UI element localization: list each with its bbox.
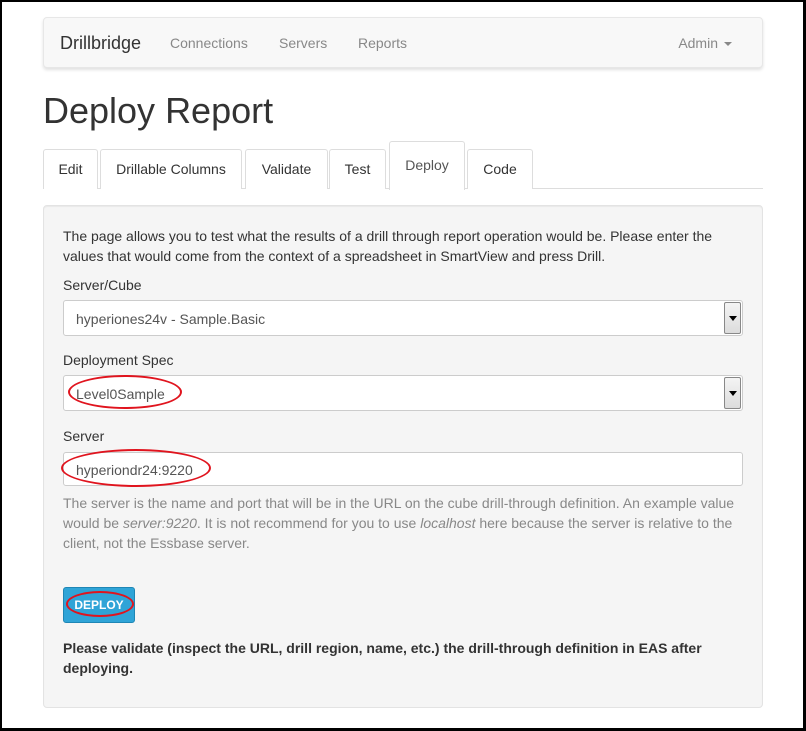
help-example: server:9220: [122, 515, 197, 531]
server-label: Server: [63, 428, 105, 444]
server-input[interactable]: hyperiondr24:9220: [63, 452, 743, 486]
tab-test[interactable]: Test: [329, 149, 386, 189]
nav-reports[interactable]: Reports: [358, 35, 407, 51]
server-cube-select[interactable]: hyperiones24v - Sample.Basic: [63, 300, 743, 336]
deployment-spec-label: Deployment Spec: [63, 352, 174, 368]
tab-deploy[interactable]: Deploy: [389, 141, 465, 190]
server-cube-value: hyperiones24v - Sample.Basic: [76, 311, 266, 327]
tab-validate[interactable]: Validate: [245, 149, 328, 189]
server-input-value: hyperiondr24:9220: [76, 462, 193, 478]
deploy-panel: The page allows you to test what the res…: [43, 205, 763, 708]
nav-connections[interactable]: Connections: [170, 35, 248, 51]
deployment-spec-value: Level0Sample: [76, 386, 165, 402]
tab-edit[interactable]: Edit: [43, 149, 98, 189]
admin-label: Admin: [678, 35, 718, 51]
help-text-2: . It is not recommend for you to use: [196, 515, 421, 531]
page-title: Deploy Report: [43, 90, 274, 131]
dropdown-arrow-icon[interactable]: [724, 377, 741, 409]
brand-link[interactable]: Drillbridge: [60, 33, 141, 54]
server-cube-label: Server/Cube: [63, 277, 142, 293]
server-help-text: The server is the name and port that wil…: [63, 493, 743, 553]
dropdown-arrow-icon[interactable]: [724, 302, 741, 334]
validation-note: Please validate (inspect the URL, drill …: [63, 640, 702, 676]
help-localhost: localhost: [420, 515, 476, 531]
tab-code[interactable]: Code: [467, 149, 533, 189]
tab-bar: Edit Drillable Columns Validate Test Dep…: [43, 141, 763, 190]
navbar: Drillbridge Connections Servers Reports …: [43, 17, 763, 68]
tab-drillable-columns[interactable]: Drillable Columns: [100, 149, 242, 189]
nav-servers[interactable]: Servers: [279, 35, 327, 51]
deployment-spec-select[interactable]: Level0Sample: [63, 375, 743, 411]
admin-dropdown[interactable]: Admin: [678, 35, 732, 51]
intro-text: The page allows you to test what the res…: [63, 228, 713, 264]
deploy-button[interactable]: DEPLOY: [63, 587, 135, 623]
chevron-down-icon: [724, 42, 732, 47]
